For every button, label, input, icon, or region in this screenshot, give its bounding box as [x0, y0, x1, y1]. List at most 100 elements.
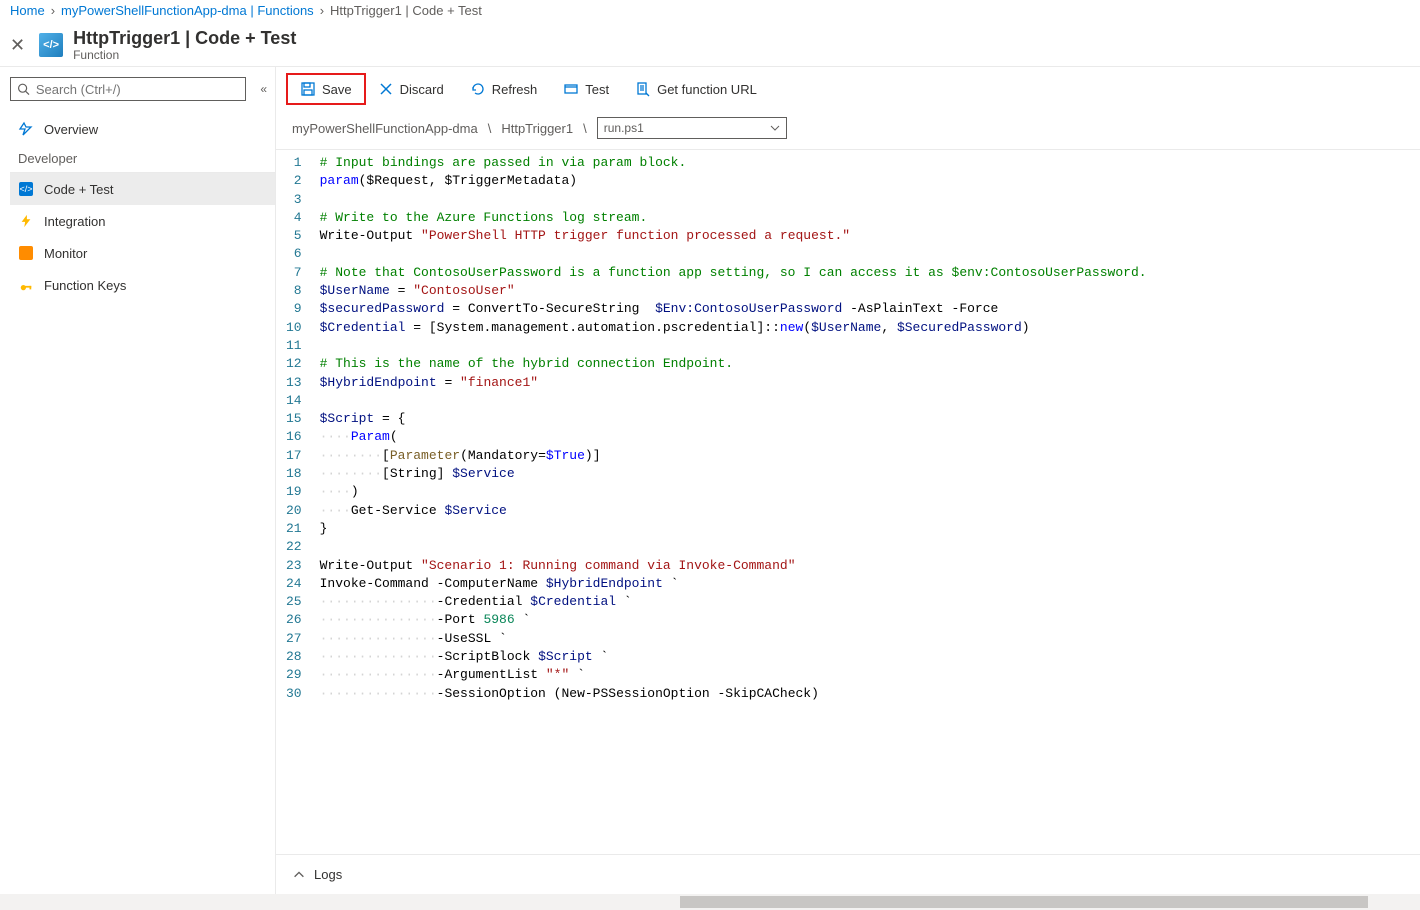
line-number: 15: [286, 410, 302, 428]
code-line[interactable]: Write-Output "Scenario 1: Running comman…: [320, 557, 1420, 575]
code-line[interactable]: ····Get-Service $Service: [320, 502, 1420, 520]
code-content[interactable]: # Input bindings are passed in via param…: [320, 150, 1420, 854]
code-line[interactable]: [320, 245, 1420, 263]
line-number: 1: [286, 154, 302, 172]
line-number: 13: [286, 374, 302, 392]
breadcrumb-app[interactable]: myPowerShellFunctionApp-dma | Functions: [61, 3, 314, 18]
sidebar-item-monitor[interactable]: Monitor: [10, 237, 275, 269]
code-editor[interactable]: 1234567891011121314151617181920212223242…: [276, 149, 1420, 854]
function-icon: </>: [39, 33, 63, 57]
chevron-down-icon: [770, 123, 780, 133]
line-number: 10: [286, 319, 302, 337]
page-title: HttpTrigger1 | Code + Test: [73, 28, 296, 49]
code-line[interactable]: $UserName = "ContosoUser": [320, 282, 1420, 300]
code-line[interactable]: ····): [320, 483, 1420, 501]
line-number: 22: [286, 538, 302, 556]
sidebar: « Overview Developer </> Code + Test Int…: [0, 67, 275, 894]
line-number: 24: [286, 575, 302, 593]
search-input[interactable]: [36, 82, 240, 97]
code-line[interactable]: ···············-UseSSL `: [320, 630, 1420, 648]
code-line[interactable]: $securedPassword = ConvertTo-SecureStrin…: [320, 300, 1420, 318]
sidebar-label: Integration: [44, 214, 105, 229]
line-number: 6: [286, 245, 302, 263]
code-line[interactable]: Invoke-Command -ComputerName $HybridEndp…: [320, 575, 1420, 593]
code-line[interactable]: ···············-ArgumentList "*" `: [320, 666, 1420, 684]
code-line[interactable]: [320, 392, 1420, 410]
discard-button[interactable]: Discard: [366, 75, 456, 103]
code-line[interactable]: $HybridEndpoint = "finance1": [320, 374, 1420, 392]
search-icon: [17, 82, 30, 96]
line-number: 26: [286, 611, 302, 629]
page-subtitle: Function: [73, 48, 296, 62]
code-line[interactable]: [320, 337, 1420, 355]
toolbar: Save Discard Refresh Test Get function U…: [276, 67, 1420, 111]
get-function-url-button[interactable]: Get function URL: [623, 75, 769, 103]
line-number: 3: [286, 191, 302, 209]
save-button[interactable]: Save: [288, 75, 364, 103]
sidebar-label: Code + Test: [44, 182, 114, 197]
sidebar-label: Function Keys: [44, 278, 126, 293]
line-number: 7: [286, 264, 302, 282]
code-line[interactable]: ········[String] $Service: [320, 465, 1420, 483]
bolt-icon: [18, 213, 34, 229]
line-number: 8: [286, 282, 302, 300]
discard-icon: [378, 81, 394, 97]
code-line[interactable]: $Credential = [System.management.automat…: [320, 319, 1420, 337]
code-line[interactable]: # Write to the Azure Functions log strea…: [320, 209, 1420, 227]
search-box[interactable]: [10, 77, 246, 101]
line-number: 21: [286, 520, 302, 538]
line-number: 4: [286, 209, 302, 227]
url-icon: [635, 81, 651, 97]
horizontal-scrollbar[interactable]: [0, 894, 1420, 910]
line-number: 30: [286, 685, 302, 703]
page-header: ✕ </> HttpTrigger1 | Code + Test Functio…: [0, 22, 1420, 67]
code-line[interactable]: ···············-ScriptBlock $Script `: [320, 648, 1420, 666]
sidebar-item-function-keys[interactable]: Function Keys: [10, 269, 275, 301]
collapse-sidebar-button[interactable]: «: [260, 82, 267, 96]
line-number: 12: [286, 355, 302, 373]
sidebar-item-code-test[interactable]: </> Code + Test: [10, 173, 275, 205]
code-line[interactable]: Write-Output "PowerShell HTTP trigger fu…: [320, 227, 1420, 245]
logs-toggle[interactable]: Logs: [276, 854, 1420, 894]
line-number: 29: [286, 666, 302, 684]
refresh-button[interactable]: Refresh: [458, 75, 550, 103]
code-line[interactable]: ········[Parameter(Mandatory=$True)]: [320, 447, 1420, 465]
code-line[interactable]: }: [320, 520, 1420, 538]
path-segment-function[interactable]: HttpTrigger1: [501, 121, 573, 136]
code-line[interactable]: param($Request, $TriggerMetadata): [320, 172, 1420, 190]
sidebar-item-overview[interactable]: Overview: [10, 113, 275, 145]
monitor-icon: [18, 245, 34, 261]
path-bar: myPowerShellFunctionApp-dma \ HttpTrigge…: [276, 111, 1420, 145]
line-number: 17: [286, 447, 302, 465]
sidebar-item-integration[interactable]: Integration: [10, 205, 275, 237]
code-line[interactable]: # Input bindings are passed in via param…: [320, 154, 1420, 172]
scrollbar-thumb[interactable]: [680, 896, 1368, 908]
overview-icon: [18, 121, 34, 137]
line-number: 28: [286, 648, 302, 666]
code-line[interactable]: ···············-Port 5986 `: [320, 611, 1420, 629]
code-line[interactable]: # Note that ContosoUserPassword is a fun…: [320, 264, 1420, 282]
code-line[interactable]: ····Param(: [320, 428, 1420, 446]
code-line[interactable]: # This is the name of the hybrid connect…: [320, 355, 1420, 373]
sidebar-section-label: Developer: [10, 145, 275, 173]
breadcrumb-home[interactable]: Home: [10, 3, 45, 18]
line-number: 11: [286, 337, 302, 355]
breadcrumb: Home › myPowerShellFunctionApp-dma | Fun…: [0, 0, 1420, 22]
test-button[interactable]: Test: [551, 75, 621, 103]
code-line[interactable]: ···············-SessionOption (New-PSSes…: [320, 685, 1420, 703]
path-segment-app[interactable]: myPowerShellFunctionApp-dma: [292, 121, 478, 136]
breadcrumb-current: HttpTrigger1 | Code + Test: [330, 3, 482, 18]
code-line[interactable]: [320, 538, 1420, 556]
close-icon[interactable]: ✕: [10, 35, 25, 56]
line-number: 14: [286, 392, 302, 410]
code-icon: </>: [18, 181, 34, 197]
file-selector[interactable]: run.ps1: [597, 117, 787, 139]
code-line[interactable]: $Script = {: [320, 410, 1420, 428]
line-number: 18: [286, 465, 302, 483]
line-number: 5: [286, 227, 302, 245]
line-number: 25: [286, 593, 302, 611]
code-line[interactable]: ···············-Credential $Credential `: [320, 593, 1420, 611]
code-line[interactable]: [320, 191, 1420, 209]
line-number: 16: [286, 428, 302, 446]
sidebar-label: Monitor: [44, 246, 87, 261]
